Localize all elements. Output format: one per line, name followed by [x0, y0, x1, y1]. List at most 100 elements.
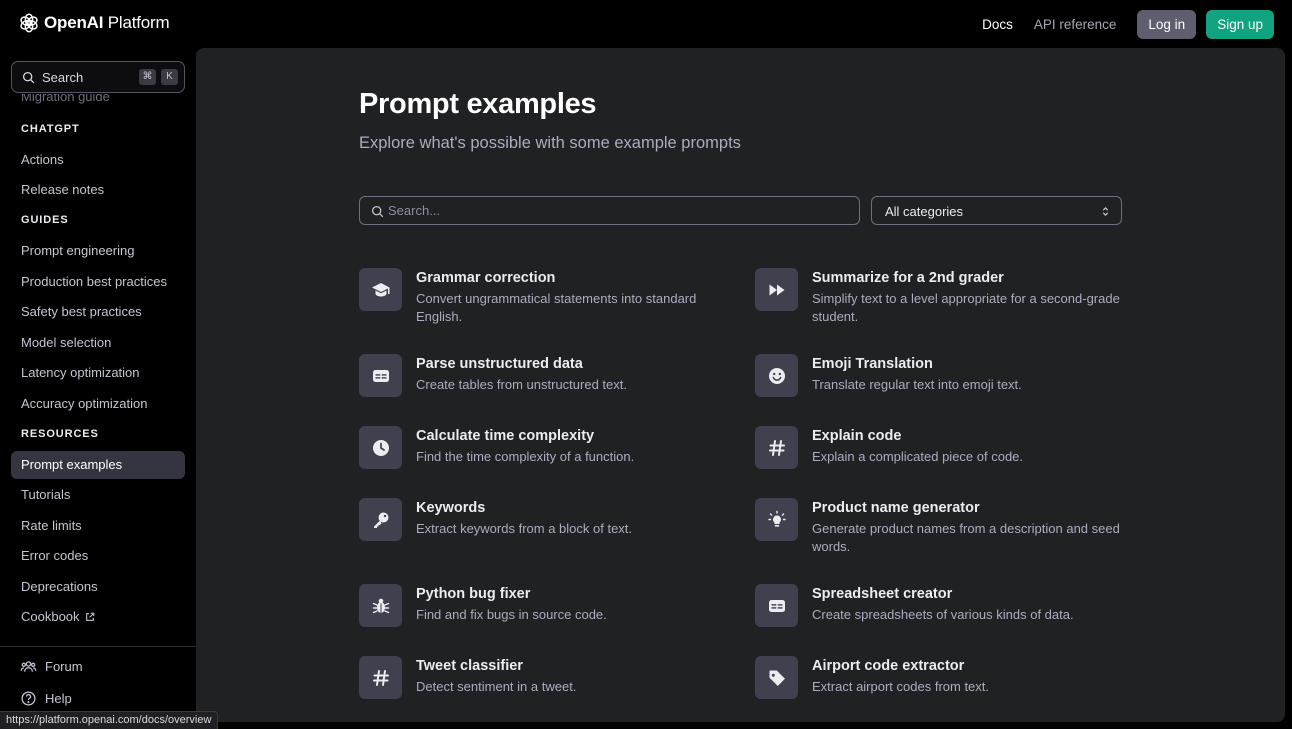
- card-description: Create spreadsheets of various kinds of …: [812, 607, 1074, 622]
- main-content: Prompt examples Explore what's possible …: [196, 48, 1285, 722]
- lightbulb-icon: [767, 510, 786, 527]
- bug-icon: [372, 598, 389, 613]
- card-title: Summarize for a 2nd grader: [812, 270, 1004, 286]
- card-icon-tile: [755, 268, 798, 311]
- top-nav: Docs API reference Log in Sign up: [982, 10, 1274, 39]
- card-icon-tile: [359, 584, 402, 627]
- sidebar-item-latency-optimization[interactable]: Latency optimization: [11, 359, 185, 387]
- category-select-value: All categories: [885, 204, 964, 219]
- example-card-explain-code[interactable]: Explain code Explain a complicated piece…: [755, 426, 1135, 496]
- sidebar-search-label: Search: [42, 70, 84, 85]
- sidebar-item-cookbook-label: Cookbook: [21, 609, 80, 624]
- openai-logo[interactable]: OpenAI Platform: [18, 12, 170, 34]
- table-icon: [768, 599, 785, 612]
- sidebar-item-model-selection[interactable]: Model selection: [11, 329, 185, 357]
- graduation-cap-icon: [371, 282, 389, 296]
- card-title: Emoji Translation: [812, 356, 933, 372]
- card-description: Detect sentiment in a tweet.: [416, 679, 577, 694]
- card-title: Product name generator: [812, 500, 980, 516]
- card-icon-tile: [359, 656, 402, 699]
- example-card-keywords[interactable]: Keywords Extract keywords from a block o…: [359, 498, 739, 568]
- nav-docs-link[interactable]: Docs: [982, 17, 1013, 32]
- card-icon-tile: [359, 268, 402, 311]
- sidebar-item-prompt-engineering[interactable]: Prompt engineering: [11, 237, 185, 265]
- tag-icon: [769, 670, 785, 686]
- sidebar-item-safety-best-practices[interactable]: Safety best practices: [11, 298, 185, 326]
- card-icon-tile: [359, 354, 402, 397]
- sidebar-item-cookbook[interactable]: Cookbook: [11, 603, 185, 631]
- sidebar-item-accuracy-optimization[interactable]: Accuracy optimization: [11, 390, 185, 418]
- card-title: Grammar correction: [416, 270, 556, 286]
- example-card-tweet-classifier[interactable]: Tweet classifier Detect sentiment in a t…: [359, 656, 739, 722]
- sidebar-item-release-notes[interactable]: Release notes: [11, 176, 185, 204]
- example-card-airport-code-extractor[interactable]: Airport code extractor Extract airport c…: [755, 656, 1135, 722]
- link-preview-statusbar: https://platform.openai.com/docs/overvie…: [0, 711, 219, 729]
- card-icon-tile: [755, 584, 798, 627]
- card-title: Explain code: [812, 428, 902, 444]
- hashtag-icon: [372, 669, 389, 686]
- nav-api-reference-link[interactable]: API reference: [1034, 17, 1117, 32]
- sidebar-item-migration-guide[interactable]: Migration guide: [11, 94, 185, 111]
- examples-search-field[interactable]: [359, 196, 860, 225]
- example-card-summarize-2nd-grader[interactable]: Summarize for a 2nd grader Simplify text…: [755, 268, 1135, 338]
- example-card-grammar-correction[interactable]: Grammar correction Convert ungrammatical…: [359, 268, 739, 338]
- login-button[interactable]: Log in: [1137, 10, 1197, 39]
- card-description: Find the time complexity of a function.: [416, 449, 635, 464]
- card-icon-tile: [359, 426, 402, 469]
- sidebar-search-button[interactable]: Search ⌘ K: [11, 61, 185, 93]
- sidebar-item-production-best-practices[interactable]: Production best practices: [11, 268, 185, 296]
- card-description: Generate product names from a descriptio…: [812, 521, 1120, 554]
- sidebar-item-rate-limits[interactable]: Rate limits: [11, 512, 185, 540]
- shortcut-k-key: K: [161, 69, 178, 85]
- example-card-parse-unstructured-data[interactable]: Parse unstructured data Create tables fr…: [359, 354, 739, 424]
- example-card-python-bug-fixer[interactable]: Python bug fixer Find and fix bugs in so…: [359, 584, 739, 654]
- sidebar-item-error-codes[interactable]: Error codes: [11, 542, 185, 570]
- table-icon: [372, 369, 389, 382]
- shortcut-cmd-key: ⌘: [139, 69, 156, 85]
- sidebar-help-link[interactable]: Help: [20, 690, 72, 707]
- page-title: Prompt examples: [359, 88, 597, 120]
- sidebar-item-deprecations[interactable]: Deprecations: [11, 573, 185, 601]
- sidebar-divider: [0, 646, 196, 647]
- sidebar-heading-chatgpt: CHATGPT: [21, 123, 80, 135]
- help-circle-icon: [21, 691, 36, 706]
- card-icon-tile: [755, 498, 798, 541]
- example-card-emoji-translation[interactable]: Emoji Translation Translate regular text…: [755, 354, 1135, 424]
- card-title: Spreadsheet creator: [812, 586, 953, 602]
- hashtag-icon: [768, 439, 785, 456]
- sidebar-forum-link[interactable]: Forum: [20, 658, 83, 675]
- card-description: Simplify text to a level appropriate for…: [812, 291, 1120, 324]
- card-description: Extract keywords from a block of text.: [416, 521, 633, 536]
- card-description: Convert ungrammatical statements into st…: [416, 291, 697, 324]
- card-icon-tile: [359, 498, 402, 541]
- example-card-spreadsheet-creator[interactable]: Spreadsheet creator Create spreadsheets …: [755, 584, 1135, 654]
- top-bar: OpenAI Platform Docs API reference Log i…: [0, 0, 1292, 48]
- chevron-up-down-icon: [1102, 207, 1109, 216]
- card-icon-tile: [755, 656, 798, 699]
- card-description: Create tables from unstructured text.: [416, 377, 627, 392]
- category-select[interactable]: All categories: [871, 196, 1122, 225]
- card-title: Airport code extractor: [812, 658, 965, 674]
- example-card-product-name-generator[interactable]: Product name generator Generate product …: [755, 498, 1135, 568]
- card-description: Explain a complicated piece of code.: [812, 449, 1024, 464]
- sidebar-item-actions[interactable]: Actions: [11, 146, 185, 174]
- card-title: Keywords: [416, 500, 486, 516]
- signup-button[interactable]: Sign up: [1206, 10, 1274, 39]
- card-icon-tile: [755, 354, 798, 397]
- brand-name: OpenAI Platform: [44, 13, 170, 32]
- sidebar-item-tutorials[interactable]: Tutorials: [11, 481, 185, 509]
- sidebar-heading-guides: GUIDES: [21, 214, 69, 226]
- openai-logo-icon: [20, 13, 38, 33]
- search-icon: [22, 71, 35, 84]
- card-title: Tweet classifier: [416, 658, 523, 674]
- smiley-icon: [768, 367, 785, 384]
- sidebar-item-prompt-examples[interactable]: Prompt examples: [11, 451, 185, 479]
- search-icon: [371, 205, 384, 218]
- clock-icon: [372, 439, 389, 456]
- people-icon: [20, 661, 37, 672]
- key-icon: [373, 512, 388, 528]
- examples-search-input[interactable]: [388, 197, 848, 224]
- card-description: Find and fix bugs in source code.: [416, 607, 607, 622]
- sidebar-nav[interactable]: Migration guide CHATGPT Actions Release …: [0, 94, 196, 642]
- example-card-calculate-time-complexity[interactable]: Calculate time complexity Find the time …: [359, 426, 739, 496]
